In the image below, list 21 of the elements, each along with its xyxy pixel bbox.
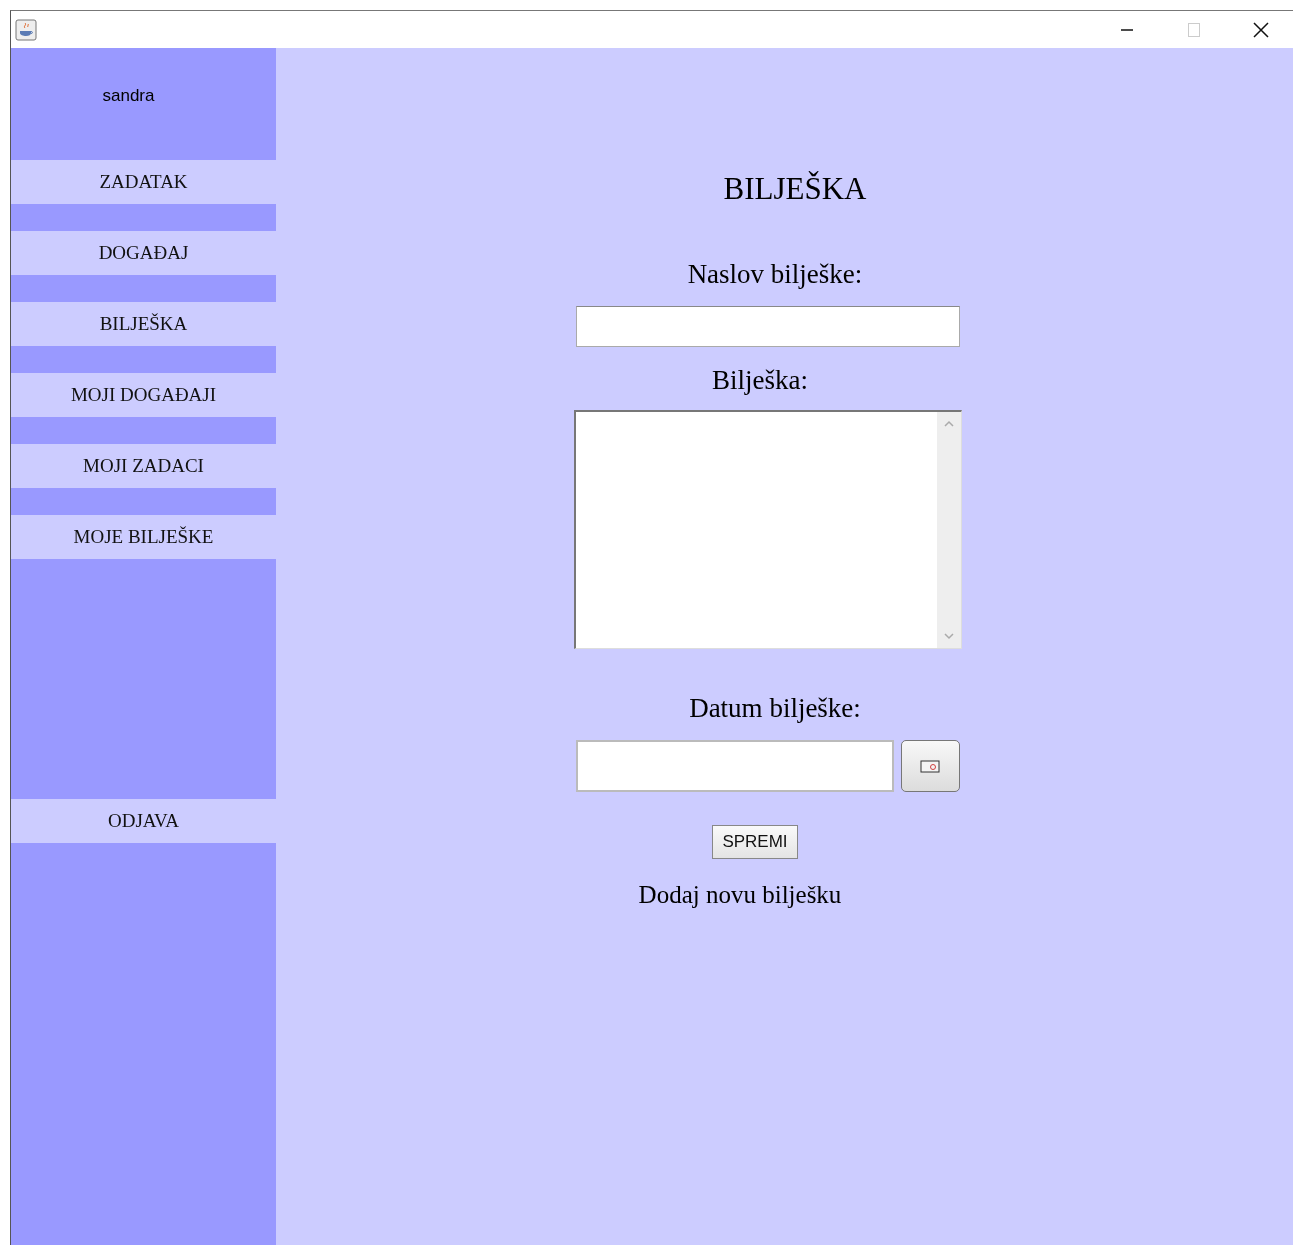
field-label: Naslov bilješke: xyxy=(687,259,863,290)
nav-button[interactable]: DOGAĐAJ xyxy=(11,231,276,275)
date-input-field[interactable] xyxy=(575,740,894,792)
nav-button[interactable]: MOJI DOGAĐAJI xyxy=(11,373,276,417)
scroll-bar[interactable] xyxy=(936,412,961,648)
coffee-cup-icon xyxy=(15,18,37,41)
nav-button[interactable]: MOJI ZADACI xyxy=(11,444,276,488)
user-name: sandra xyxy=(102,86,155,107)
nav-button[interactable]: ZADATAK xyxy=(11,160,276,204)
save-button[interactable]: SPREMI xyxy=(712,825,798,859)
close-icon[interactable] xyxy=(1251,21,1270,38)
nav-button[interactable]: BILJEŠKA xyxy=(11,302,276,346)
status-message: Dodaj novu bilješku xyxy=(638,881,842,909)
calendar-button[interactable] xyxy=(900,740,960,792)
field-label: Datum bilješke: xyxy=(689,693,861,724)
logout-button[interactable]: ODJAVA xyxy=(11,799,276,843)
form-title: BILJEŠKA xyxy=(723,171,867,207)
nav-button[interactable]: MOJE BILJEŠKE xyxy=(11,515,276,559)
title-input-field[interactable] xyxy=(575,306,960,347)
calendar-icon xyxy=(920,759,940,773)
field-label: Bilješka: xyxy=(712,365,808,396)
